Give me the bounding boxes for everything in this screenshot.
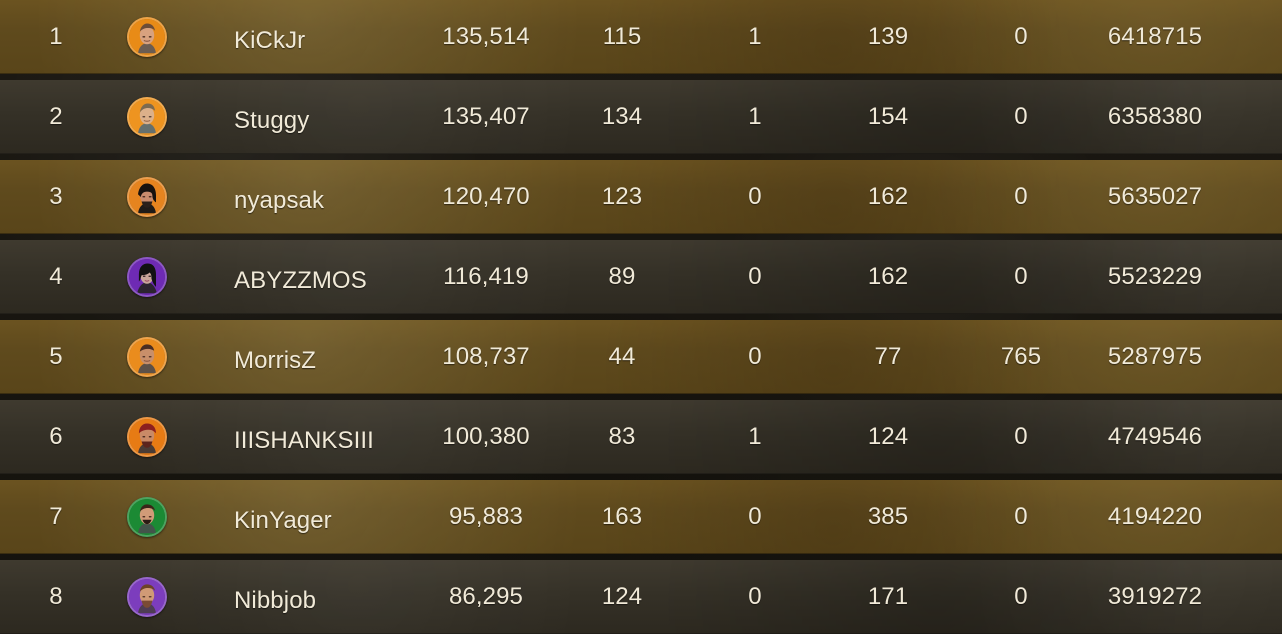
rank-cell: 6: [49, 423, 63, 450]
points-cell: 4194220: [1107, 503, 1203, 530]
player-portrait-icon: [127, 497, 167, 537]
points-cell: 3919272: [1107, 583, 1203, 610]
wins-cell: 1: [748, 423, 762, 450]
rank-cell: 1: [49, 23, 63, 50]
kills-cell: 115: [602, 23, 642, 50]
avatar-cell: [123, 240, 171, 314]
avatar-cell: [123, 160, 171, 234]
table-row[interactable]: 4 ABYZZMOS 116,419 89 0 162 0 5523229: [0, 240, 1282, 314]
rank-cell: 7: [49, 503, 63, 530]
kills-cell: 124: [601, 583, 643, 610]
extra-cell: 0: [1014, 263, 1028, 290]
avatar-cell: [123, 320, 171, 394]
leaderboard: 1 KiCkJr 135,514 115 1 139 0 6418715 2 S…: [0, 0, 1282, 634]
points-cell: 5287975: [1107, 343, 1203, 370]
kills-cell: 134: [601, 103, 643, 130]
rank-cell: 2: [49, 103, 63, 130]
matches-cell: 139: [867, 23, 909, 50]
table-row[interactable]: 8 Nibbjob 86,295 124 0 171 0 3919272: [0, 560, 1282, 634]
rank-cell: 5: [49, 343, 63, 370]
player-name[interactable]: ABYZZMOS: [234, 240, 409, 314]
player-name[interactable]: nyapsak: [234, 160, 409, 234]
player-name[interactable]: Nibbjob: [234, 560, 409, 634]
player-portrait-icon: [127, 177, 167, 217]
score-cell: 135,514: [442, 23, 530, 50]
extra-cell: 0: [1014, 423, 1028, 450]
points-cell: 5523229: [1107, 263, 1203, 290]
player-portrait-icon: [127, 577, 167, 617]
wins-cell: 0: [748, 183, 762, 210]
matches-cell: 154: [867, 103, 909, 130]
player-portrait-icon: [127, 337, 167, 377]
score-cell: 95,883: [448, 503, 523, 530]
score-cell: 100,380: [442, 423, 530, 450]
player-name[interactable]: KinYager: [234, 480, 409, 554]
wins-cell: 0: [748, 343, 762, 370]
table-row[interactable]: 6 IIISHANKSIII 100,380 83 1 124 0 474954…: [0, 400, 1282, 474]
player-name[interactable]: MorrisZ: [234, 320, 409, 394]
wins-cell: 0: [748, 263, 762, 290]
kills-cell: 44: [608, 343, 636, 370]
kills-cell: 83: [608, 423, 636, 450]
player-portrait-icon: [127, 417, 167, 457]
kills-cell: 163: [601, 503, 643, 530]
extra-cell: 0: [1014, 103, 1028, 130]
score-cell: 116,419: [443, 263, 529, 290]
table-row[interactable]: 2 Stuggy 135,407 134 1 154 0 6358380: [0, 80, 1282, 154]
score-cell: 120,470: [442, 183, 530, 210]
wins-cell: 1: [748, 103, 762, 130]
matches-cell: 124: [867, 423, 909, 450]
extra-cell: 765: [1000, 343, 1042, 370]
rank-cell: 3: [49, 183, 63, 210]
wins-cell: 0: [748, 503, 762, 530]
avatar-cell: [123, 80, 171, 154]
points-cell: 4749546: [1107, 423, 1203, 450]
avatar-cell: [123, 0, 171, 74]
player-name[interactable]: KiCkJr: [234, 0, 409, 74]
points-cell: 5635027: [1107, 183, 1203, 210]
rank-cell: 8: [49, 583, 63, 610]
avatar-cell: [123, 480, 171, 554]
kills-cell: 123: [601, 183, 643, 210]
player-portrait-icon: [127, 257, 167, 297]
rank-cell: 4: [49, 263, 63, 290]
wins-cell: 1: [748, 23, 762, 50]
avatar-cell: [123, 400, 171, 474]
extra-cell: 0: [1014, 503, 1028, 530]
player-portrait-icon: [127, 97, 167, 137]
player-name[interactable]: Stuggy: [234, 80, 409, 154]
score-cell: 108,737: [442, 343, 530, 370]
avatar-cell: [123, 560, 171, 634]
score-cell: 135,407: [442, 103, 530, 130]
table-row[interactable]: 1 KiCkJr 135,514 115 1 139 0 6418715: [0, 0, 1282, 74]
table-row[interactable]: 5 MorrisZ 108,737 44 0 77 765 5287975: [0, 320, 1282, 394]
extra-cell: 0: [1014, 23, 1028, 50]
player-name[interactable]: IIISHANKSIII: [234, 400, 409, 474]
matches-cell: 77: [874, 343, 902, 370]
player-portrait-icon: [127, 17, 167, 57]
wins-cell: 0: [748, 583, 762, 610]
extra-cell: 0: [1014, 183, 1028, 210]
table-row[interactable]: 7 KinYager 95,883 163 0 385 0 4194220: [0, 480, 1282, 554]
points-cell: 6418715: [1107, 23, 1203, 50]
matches-cell: 162: [867, 263, 909, 290]
points-cell: 6358380: [1107, 103, 1203, 130]
matches-cell: 162: [867, 183, 909, 210]
matches-cell: 171: [867, 583, 909, 610]
score-cell: 86,295: [448, 583, 523, 610]
matches-cell: 385: [867, 503, 909, 530]
table-row[interactable]: 3 nyapsak 120,470 123 0 162 0 5635027: [0, 160, 1282, 234]
extra-cell: 0: [1014, 583, 1028, 610]
kills-cell: 89: [608, 263, 636, 290]
